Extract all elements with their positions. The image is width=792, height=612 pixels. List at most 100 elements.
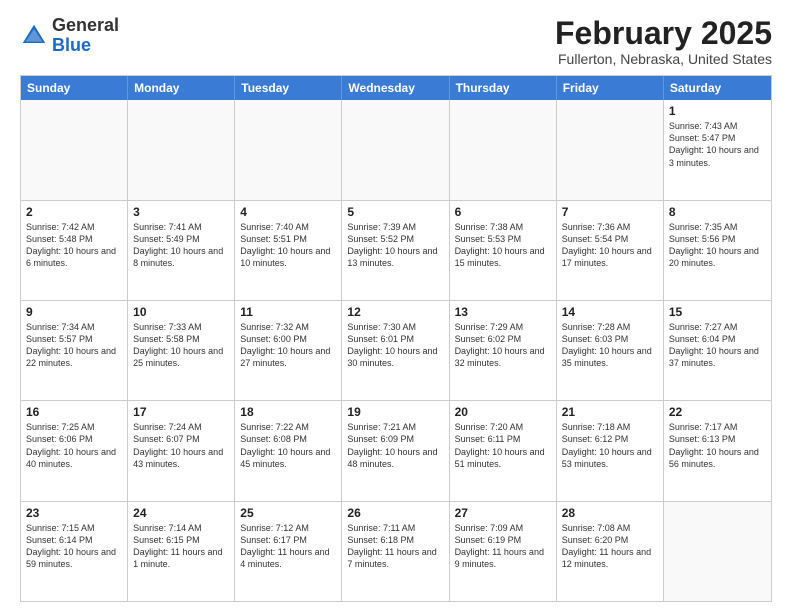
day-number: 8 <box>669 205 766 219</box>
location: Fullerton, Nebraska, United States <box>555 51 772 67</box>
logo-text: General Blue <box>52 16 119 56</box>
day-info: Sunrise: 7:28 AM Sunset: 6:03 PM Dayligh… <box>562 321 658 370</box>
day-number: 26 <box>347 506 443 520</box>
day-info: Sunrise: 7:30 AM Sunset: 6:01 PM Dayligh… <box>347 321 443 370</box>
day-number: 25 <box>240 506 336 520</box>
day-info: Sunrise: 7:22 AM Sunset: 6:08 PM Dayligh… <box>240 421 336 470</box>
header: General Blue February 2025 Fullerton, Ne… <box>20 16 772 67</box>
calendar-cell-20: 20 Sunrise: 7:20 AM Sunset: 6:11 PM Dayli… <box>450 401 557 500</box>
logo-blue: Blue <box>52 35 91 55</box>
calendar-cell-empty-0-1 <box>128 100 235 199</box>
calendar-cell-empty-0-4 <box>450 100 557 199</box>
header-day-tuesday: Tuesday <box>235 76 342 100</box>
calendar-cell-28: 28 Sunrise: 7:08 AM Sunset: 6:20 PM Dayli… <box>557 502 664 601</box>
day-number: 7 <box>562 205 658 219</box>
calendar-cell-19: 19 Sunrise: 7:21 AM Sunset: 6:09 PM Dayli… <box>342 401 449 500</box>
day-info: Sunrise: 7:38 AM Sunset: 5:53 PM Dayligh… <box>455 221 551 270</box>
calendar-cell-1: 1 Sunrise: 7:43 AM Sunset: 5:47 PM Daylig… <box>664 100 771 199</box>
day-number: 23 <box>26 506 122 520</box>
calendar-cell-3: 3 Sunrise: 7:41 AM Sunset: 5:49 PM Daylig… <box>128 201 235 300</box>
day-info: Sunrise: 7:08 AM Sunset: 6:20 PM Dayligh… <box>562 522 658 571</box>
day-number: 17 <box>133 405 229 419</box>
header-day-saturday: Saturday <box>664 76 771 100</box>
day-number: 15 <box>669 305 766 319</box>
day-info: Sunrise: 7:20 AM Sunset: 6:11 PM Dayligh… <box>455 421 551 470</box>
day-number: 9 <box>26 305 122 319</box>
calendar-cell-10: 10 Sunrise: 7:33 AM Sunset: 5:58 PM Dayli… <box>128 301 235 400</box>
day-info: Sunrise: 7:25 AM Sunset: 6:06 PM Dayligh… <box>26 421 122 470</box>
calendar-cell-4: 4 Sunrise: 7:40 AM Sunset: 5:51 PM Daylig… <box>235 201 342 300</box>
day-number: 11 <box>240 305 336 319</box>
calendar-cell-5: 5Sunrise: 7:39 AM Sunset: 5:52 PM Daylig… <box>342 201 449 300</box>
calendar-cell-17: 17 Sunrise: 7:24 AM Sunset: 6:07 PM Dayli… <box>128 401 235 500</box>
page: General Blue February 2025 Fullerton, Ne… <box>0 0 792 612</box>
calendar-cell-empty-0-3 <box>342 100 449 199</box>
calendar-cell-empty-0-0 <box>21 100 128 199</box>
calendar-cell-12: 12 Sunrise: 7:30 AM Sunset: 6:01 PM Dayli… <box>342 301 449 400</box>
title-block: February 2025 Fullerton, Nebraska, Unite… <box>555 16 772 67</box>
calendar-cell-27: 27 Sunrise: 7:09 AM Sunset: 6:19 PM Dayli… <box>450 502 557 601</box>
day-info: Sunrise: 7:21 AM Sunset: 6:09 PM Dayligh… <box>347 421 443 470</box>
day-info: Sunrise: 7:32 AM Sunset: 6:00 PM Dayligh… <box>240 321 336 370</box>
calendar-cell-7: 7 Sunrise: 7:36 AM Sunset: 5:54 PM Daylig… <box>557 201 664 300</box>
day-info: Sunrise: 7:17 AM Sunset: 6:13 PM Dayligh… <box>669 421 766 470</box>
day-number: 18 <box>240 405 336 419</box>
calendar-cell-23: 23 Sunrise: 7:15 AM Sunset: 6:14 PM Dayli… <box>21 502 128 601</box>
day-number: 27 <box>455 506 551 520</box>
calendar-cell-24: 24Sunrise: 7:14 AM Sunset: 6:15 PM Dayli… <box>128 502 235 601</box>
day-number: 22 <box>669 405 766 419</box>
calendar-cell-15: 15Sunrise: 7:27 AM Sunset: 6:04 PM Dayli… <box>664 301 771 400</box>
calendar-cell-21: 21Sunrise: 7:18 AM Sunset: 6:12 PM Dayli… <box>557 401 664 500</box>
calendar-cell-18: 18 Sunrise: 7:22 AM Sunset: 6:08 PM Dayli… <box>235 401 342 500</box>
calendar-row-1: 2 Sunrise: 7:42 AM Sunset: 5:48 PM Daylig… <box>21 201 771 301</box>
day-info: Sunrise: 7:12 AM Sunset: 6:17 PM Dayligh… <box>240 522 336 571</box>
calendar-body: 1 Sunrise: 7:43 AM Sunset: 5:47 PM Daylig… <box>21 100 771 601</box>
day-number: 14 <box>562 305 658 319</box>
calendar-row-2: 9 Sunrise: 7:34 AM Sunset: 5:57 PM Daylig… <box>21 301 771 401</box>
calendar-row-3: 16 Sunrise: 7:25 AM Sunset: 6:06 PM Dayli… <box>21 401 771 501</box>
calendar-cell-22: 22 Sunrise: 7:17 AM Sunset: 6:13 PM Dayli… <box>664 401 771 500</box>
day-info: Sunrise: 7:34 AM Sunset: 5:57 PM Dayligh… <box>26 321 122 370</box>
calendar-cell-26: 26 Sunrise: 7:11 AM Sunset: 6:18 PM Dayli… <box>342 502 449 601</box>
header-day-friday: Friday <box>557 76 664 100</box>
day-info: Sunrise: 7:18 AM Sunset: 6:12 PM Dayligh… <box>562 421 658 470</box>
calendar-header: SundayMondayTuesdayWednesdayThursdayFrid… <box>21 76 771 100</box>
day-number: 10 <box>133 305 229 319</box>
day-info: Sunrise: 7:09 AM Sunset: 6:19 PM Dayligh… <box>455 522 551 571</box>
day-info: Sunrise: 7:41 AM Sunset: 5:49 PM Dayligh… <box>133 221 229 270</box>
day-info: Sunrise: 7:42 AM Sunset: 5:48 PM Dayligh… <box>26 221 122 270</box>
calendar-row-4: 23 Sunrise: 7:15 AM Sunset: 6:14 PM Dayli… <box>21 502 771 601</box>
header-day-wednesday: Wednesday <box>342 76 449 100</box>
day-number: 1 <box>669 104 766 118</box>
day-info: Sunrise: 7:40 AM Sunset: 5:51 PM Dayligh… <box>240 221 336 270</box>
calendar-cell-14: 14 Sunrise: 7:28 AM Sunset: 6:03 PM Dayli… <box>557 301 664 400</box>
day-info: Sunrise: 7:11 AM Sunset: 6:18 PM Dayligh… <box>347 522 443 571</box>
day-info: Sunrise: 7:35 AM Sunset: 5:56 PM Dayligh… <box>669 221 766 270</box>
calendar-cell-8: 8 Sunrise: 7:35 AM Sunset: 5:56 PM Daylig… <box>664 201 771 300</box>
calendar-cell-13: 13Sunrise: 7:29 AM Sunset: 6:02 PM Dayli… <box>450 301 557 400</box>
day-number: 12 <box>347 305 443 319</box>
day-info: Sunrise: 7:36 AM Sunset: 5:54 PM Dayligh… <box>562 221 658 270</box>
calendar-cell-25: 25 Sunrise: 7:12 AM Sunset: 6:17 PM Dayli… <box>235 502 342 601</box>
day-info: Sunrise: 7:43 AM Sunset: 5:47 PM Dayligh… <box>669 120 766 169</box>
day-number: 20 <box>455 405 551 419</box>
day-info: Sunrise: 7:24 AM Sunset: 6:07 PM Dayligh… <box>133 421 229 470</box>
logo-general: General <box>52 15 119 35</box>
calendar-row-0: 1 Sunrise: 7:43 AM Sunset: 5:47 PM Daylig… <box>21 100 771 200</box>
day-info: Sunrise: 7:15 AM Sunset: 6:14 PM Dayligh… <box>26 522 122 571</box>
day-number: 24 <box>133 506 229 520</box>
day-info: Sunrise: 7:33 AM Sunset: 5:58 PM Dayligh… <box>133 321 229 370</box>
calendar-cell-16: 16 Sunrise: 7:25 AM Sunset: 6:06 PM Dayli… <box>21 401 128 500</box>
calendar: SundayMondayTuesdayWednesdayThursdayFrid… <box>20 75 772 602</box>
day-number: 2 <box>26 205 122 219</box>
day-number: 28 <box>562 506 658 520</box>
day-number: 16 <box>26 405 122 419</box>
header-day-thursday: Thursday <box>450 76 557 100</box>
day-number: 3 <box>133 205 229 219</box>
day-number: 19 <box>347 405 443 419</box>
day-number: 4 <box>240 205 336 219</box>
calendar-cell-9: 9 Sunrise: 7:34 AM Sunset: 5:57 PM Daylig… <box>21 301 128 400</box>
logo: General Blue <box>20 16 119 56</box>
header-day-monday: Monday <box>128 76 235 100</box>
day-number: 6 <box>455 205 551 219</box>
